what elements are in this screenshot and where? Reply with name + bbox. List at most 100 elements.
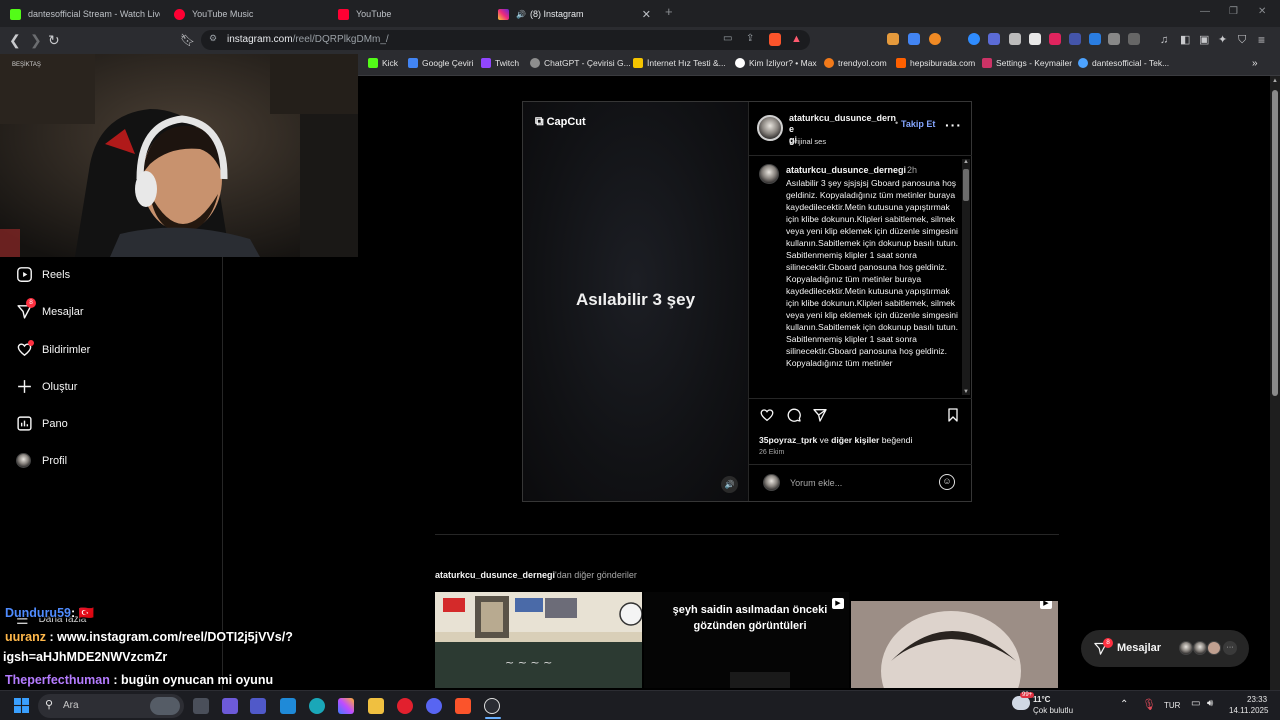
extension-icon[interactable] (1049, 33, 1061, 45)
scroll-up-icon[interactable]: ▲ (962, 159, 970, 165)
back-icon[interactable]: ❮ (9, 32, 21, 48)
media-icon[interactable]: ♫ (1160, 32, 1168, 48)
bookmark-speedtest[interactable]: İnternet Hız Testi &... (633, 58, 726, 68)
menu-icon[interactable]: ≡ (1258, 32, 1265, 48)
author-avatar[interactable] (757, 115, 783, 141)
liker-username[interactable]: 35poyraz_tprk (759, 435, 817, 445)
input-language[interactable]: TUR (1164, 701, 1180, 710)
other-likers-link[interactable]: diğer kişiler (831, 435, 879, 445)
bookmark-tek[interactable]: dantesofficial - Tek... (1078, 58, 1169, 68)
bookmark-chatgpt[interactable]: ChatGPT - Çevirisi G... (530, 58, 631, 68)
copilot-icon[interactable] (338, 698, 354, 714)
sidebar-item-dashboard[interactable]: Pano (16, 415, 68, 432)
show-hidden-icons-icon[interactable]: ⌃ (1120, 699, 1128, 710)
bookmark-max[interactable]: Kim İzliyor? • Max (735, 58, 817, 68)
caption-author-avatar[interactable] (759, 164, 779, 184)
extension-icon[interactable] (1089, 33, 1101, 45)
more-post-thumbnail[interactable]: ▶ (851, 601, 1058, 688)
scrollbar-thumb[interactable] (963, 169, 969, 201)
share-icon[interactable]: ⇪ (746, 33, 754, 44)
wallet-icon[interactable]: ▣ (1199, 32, 1209, 48)
network-icon[interactable]: ▭ (1191, 698, 1200, 709)
reload-icon[interactable]: ↻ (48, 32, 60, 48)
caption-scrollbar[interactable]: ▲ ▼ (962, 159, 970, 395)
extension-icon[interactable] (1128, 33, 1140, 45)
bookmark-keymailer[interactable]: Settings - Keymailer (982, 58, 1072, 68)
file-explorer-icon[interactable] (368, 698, 384, 714)
tab-youtube-music[interactable]: YouTube Music (174, 4, 324, 24)
discord-icon[interactable] (426, 698, 442, 714)
caption-username[interactable]: ataturkcu_dusunce_dernegi (786, 165, 906, 175)
clock-time[interactable]: 23:33 (1247, 695, 1267, 704)
mail-icon[interactable] (280, 698, 296, 714)
bookmark-kick[interactable]: Kick (368, 58, 398, 68)
leo-ai-icon[interactable]: ✦ (1218, 32, 1227, 48)
translate-extension-icon[interactable] (908, 33, 920, 45)
clock-date[interactable]: 14.11.2025 (1229, 706, 1268, 715)
scroll-up-icon[interactable]: ▲ (1270, 78, 1280, 84)
more-options-icon[interactable]: ··· (945, 117, 962, 133)
extension-icon[interactable] (929, 33, 941, 45)
bookmark-icon[interactable]: 🔖︎ (180, 32, 195, 48)
comment-input[interactable]: Yorum ekle... (790, 478, 842, 488)
task-view-icon[interactable] (193, 698, 209, 714)
new-tab-icon[interactable]: + (665, 4, 673, 19)
windows-start-icon[interactable] (14, 698, 29, 713)
tab-youtube[interactable]: YouTube (338, 4, 488, 24)
more-posts-username[interactable]: ataturkcu_dusunce_dernegi (435, 570, 555, 580)
like-heart-icon[interactable] (759, 407, 775, 423)
more-post-thumbnail[interactable]: ~ ~ ~ ~ (435, 592, 642, 688)
more-bookmarks-icon[interactable]: » (1252, 58, 1258, 69)
taskbar-search[interactable]: ⚲ Ara (38, 694, 184, 718)
site-info-icon[interactable]: ⚙ (209, 33, 217, 44)
extension-icon[interactable] (1069, 33, 1081, 45)
app-icon[interactable] (222, 698, 238, 714)
sidebar-item-create[interactable]: Oluştur (16, 378, 77, 395)
weather-temperature[interactable]: 11°C (1033, 695, 1050, 704)
messages-floating-button[interactable]: 8 Mesajlar ··· (1081, 630, 1249, 667)
close-tab-icon[interactable]: ✕ (642, 8, 651, 21)
bookmark-google-translate[interactable]: Google Çeviri (408, 58, 474, 68)
follow-button[interactable]: Takip Et (901, 119, 935, 129)
weather-description[interactable]: Çok bulutlu (1033, 706, 1073, 715)
scroll-down-icon[interactable]: ▼ (962, 389, 970, 395)
extension-icon[interactable] (1029, 33, 1041, 45)
sidebar-item-messages[interactable]: Mesajlar 8 (16, 298, 84, 320)
sidebar-toggle-icon[interactable]: ◧ (1180, 32, 1190, 48)
share-icon[interactable] (812, 407, 828, 423)
bookmark-hepsiburada[interactable]: hepsiburada.com (896, 58, 975, 68)
volume-icon[interactable]: 🔊 (721, 476, 738, 493)
sidebar-item-reels[interactable]: Reels (16, 266, 70, 283)
sidebar-item-notifications[interactable]: Bildirimler (16, 340, 90, 358)
brave-shields-icon[interactable] (769, 33, 781, 46)
minimize-icon[interactable]: — (1200, 6, 1210, 17)
vpn-shield-icon[interactable]: ⛉ (1238, 32, 1246, 48)
original-audio-link[interactable]: Orijinal ses (789, 137, 826, 146)
extensions-puzzle-icon[interactable] (1108, 33, 1120, 45)
forward-icon[interactable]: ❯ (30, 32, 42, 48)
screen-icon[interactable]: ▭ (723, 33, 732, 44)
scrollbar-thumb[interactable] (1272, 90, 1278, 396)
shield-extension-icon[interactable] (988, 33, 1000, 45)
microphone-icon[interactable]: 🎙︎ (1142, 698, 1156, 711)
bookmark-trendyol[interactable]: trendyol.com (824, 58, 887, 68)
brave-icon[interactable] (455, 698, 471, 714)
extension-icon[interactable] (887, 33, 899, 45)
more-post-thumbnail[interactable]: şeyh saidin asılmadan önceki gözünden gö… (644, 592, 849, 688)
teams-icon[interactable] (250, 698, 266, 714)
brave-rewards-icon[interactable]: ▲ (791, 33, 802, 45)
extension-icon[interactable] (1009, 33, 1021, 45)
opera-gx-icon[interactable] (397, 698, 413, 714)
bookmark-twitch[interactable]: Twitch (481, 58, 519, 68)
save-bookmark-icon[interactable] (945, 407, 961, 423)
volume-icon[interactable]: 🔊︎ (1207, 698, 1213, 709)
emoji-icon[interactable]: ☺ (939, 474, 955, 490)
comment-icon[interactable] (786, 407, 802, 423)
close-window-icon[interactable]: ✕ (1258, 6, 1266, 17)
address-bar[interactable]: ⚙ instagram.com/reel/DQRPlkgDMm_/ ▭ ⇪ ▲ (201, 30, 810, 50)
reel-video[interactable]: ⧉ CapCut Asılabilir 3 şey 🔊 (523, 102, 748, 501)
sidebar-item-profile[interactable]: Profil (16, 453, 67, 468)
maximize-icon[interactable]: ❐ (1229, 6, 1238, 17)
tab-instagram[interactable]: 🔊 (8) Instagram ✕ (498, 4, 655, 24)
obs-icon[interactable] (484, 698, 500, 714)
